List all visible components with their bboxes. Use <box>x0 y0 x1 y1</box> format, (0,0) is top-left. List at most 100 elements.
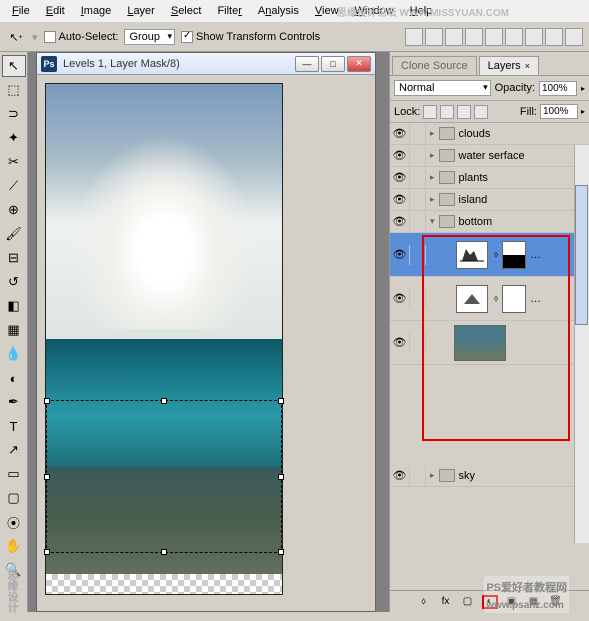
blend-mode-select[interactable]: Normal <box>394 80 491 96</box>
panel-tabs: Clone Source Layers× <box>390 52 589 76</box>
scrollbar[interactable] <box>574 145 589 543</box>
layer-water[interactable]: 👁 ▸water serface <box>390 145 589 167</box>
brush-tool[interactable]: 🖌 <box>2 223 26 245</box>
align-icon[interactable] <box>545 28 563 46</box>
eyedrop-tool[interactable]: ⦿ <box>2 511 26 533</box>
menu-image[interactable]: Image <box>73 2 120 20</box>
wand-tool[interactable]: ✦ <box>2 127 26 149</box>
folder-icon <box>439 193 455 206</box>
opacity-arrow-icon[interactable]: ▸ <box>581 84 585 93</box>
lock-pixels-icon[interactable] <box>423 105 437 119</box>
menu-edit[interactable]: Edit <box>38 2 73 20</box>
pen-tool[interactable]: ✒ <box>2 391 26 413</box>
show-transform-check[interactable]: Show Transform Controls <box>181 31 320 43</box>
menu-filter[interactable]: Filter <box>209 2 249 20</box>
menu-analysis[interactable]: Analysis <box>250 2 307 20</box>
folder-icon <box>439 149 455 162</box>
visibility-icon[interactable]: 👁 <box>390 333 410 353</box>
type-tool[interactable]: T <box>2 415 26 437</box>
align-icon[interactable] <box>405 28 423 46</box>
visibility-icon[interactable]: 👁 <box>390 124 410 144</box>
visibility-icon[interactable]: 👁 <box>390 168 410 188</box>
visibility-icon[interactable]: 👁 <box>390 146 410 166</box>
layer-list: 👁 ▸clouds 👁 ▸water serface 👁 ▸plants 👁 ▸… <box>390 123 589 543</box>
link-layers-icon[interactable]: ⬨ <box>416 595 432 609</box>
notes-tool[interactable]: ▢ <box>2 487 26 509</box>
heal-tool[interactable]: ⊕ <box>2 199 26 221</box>
marquee-tool[interactable]: ⬚ <box>2 79 26 101</box>
folder-icon <box>439 127 455 140</box>
crop-tool[interactable]: ✂ <box>2 151 26 173</box>
auto-select-check[interactable]: Auto-Select: <box>44 31 119 43</box>
visibility-icon[interactable]: 👁 <box>390 190 410 210</box>
align-icon[interactable] <box>565 28 583 46</box>
align-icon[interactable] <box>525 28 543 46</box>
folder-icon <box>439 171 455 184</box>
watermark-bottom: PS爱好者教程网www.psahz.com <box>484 576 569 613</box>
align-icon[interactable] <box>445 28 463 46</box>
canvas[interactable] <box>45 83 283 595</box>
tab-clone-source[interactable]: Clone Source <box>392 56 477 75</box>
path-tool[interactable]: ↗ <box>2 439 26 461</box>
align-icons <box>405 28 583 46</box>
stamp-tool[interactable]: ⊟ <box>2 247 26 269</box>
lock-all-icon[interactable] <box>474 105 488 119</box>
blur-tool[interactable]: 💧 <box>2 343 26 365</box>
close-tab-icon[interactable]: × <box>525 61 530 71</box>
menu-layer[interactable]: Layer <box>119 2 163 20</box>
layer-sky[interactable]: 👁 ▸sky <box>390 465 589 487</box>
dodge-tool[interactable]: ◐ <box>2 367 26 389</box>
folder-icon <box>439 215 455 228</box>
eraser-tool[interactable]: ◧ <box>2 295 26 317</box>
fx-icon[interactable]: fx <box>438 595 454 609</box>
lock-label: Lock: <box>394 106 420 118</box>
highlight-box <box>422 235 570 441</box>
options-bar: ↖+ ▾ Auto-Select: Group Show Transform C… <box>0 23 589 52</box>
opacity-input[interactable]: 100% <box>539 81 577 96</box>
hand-tool[interactable]: ✋ <box>2 535 26 557</box>
scroll-thumb[interactable] <box>575 185 588 325</box>
menu-file[interactable]: FFileile <box>4 2 38 20</box>
toolbox: ↖ ⬚ ⊃ ✦ ✂ ⟋ ⊕ 🖌 ⊟ ↺ ◧ ▦ 💧 ◐ ✒ T ↗ ▭ ▢ ⦿ … <box>0 52 28 612</box>
align-icon[interactable] <box>425 28 443 46</box>
transform-bounds[interactable] <box>46 400 282 553</box>
lock-move-icon[interactable] <box>457 105 471 119</box>
lasso-tool[interactable]: ⊃ <box>2 103 26 125</box>
gradient-tool[interactable]: ▦ <box>2 319 26 341</box>
move-tool[interactable]: ↖ <box>2 55 26 77</box>
slice-tool[interactable]: ⟋ <box>2 175 26 197</box>
document-area: Ps Levels 1, Layer Mask/8) — □ ✕ <box>28 52 389 612</box>
layer-island[interactable]: 👁 ▸island <box>390 189 589 211</box>
fill-input[interactable]: 100% <box>540 104 578 119</box>
panels: Clone Source Layers× Normal Opacity: 100… <box>389 52 589 612</box>
auto-select-mode[interactable]: Group <box>124 29 175 45</box>
title-bar[interactable]: Ps Levels 1, Layer Mask/8) — □ ✕ <box>37 53 375 75</box>
fill-arrow-icon[interactable]: ▸ <box>581 107 585 116</box>
visibility-icon[interactable]: 👁 <box>390 289 410 309</box>
ps-icon: Ps <box>41 56 57 72</box>
shape-tool[interactable]: ▭ <box>2 463 26 485</box>
doc-title: Levels 1, Layer Mask/8) <box>63 58 295 70</box>
visibility-icon[interactable]: 👁 <box>390 245 410 265</box>
opacity-label: Opacity: <box>495 82 535 94</box>
image-clouds <box>70 135 259 329</box>
minimize-button[interactable]: — <box>295 56 319 72</box>
layer-bottom[interactable]: 👁 ▾bottom <box>390 211 589 233</box>
align-icon[interactable] <box>465 28 483 46</box>
document-window: Ps Levels 1, Layer Mask/8) — □ ✕ <box>36 52 376 612</box>
mask-icon[interactable]: ▢ <box>460 595 476 609</box>
align-icon[interactable] <box>505 28 523 46</box>
tab-layers[interactable]: Layers× <box>479 56 539 75</box>
menu-select[interactable]: Select <box>163 2 210 20</box>
folder-icon <box>439 469 455 482</box>
visibility-icon[interactable]: 👁 <box>390 466 410 486</box>
maximize-button[interactable]: □ <box>321 56 345 72</box>
align-icon[interactable] <box>485 28 503 46</box>
close-button[interactable]: ✕ <box>347 56 371 72</box>
layer-clouds[interactable]: 👁 ▸clouds <box>390 123 589 145</box>
layer-plants[interactable]: 👁 ▸plants <box>390 167 589 189</box>
history-tool[interactable]: ↺ <box>2 271 26 293</box>
lock-paint-icon[interactable] <box>440 105 454 119</box>
lock-row: Lock: Fill: 100% ▸ <box>390 101 589 123</box>
visibility-icon[interactable]: 👁 <box>390 212 410 232</box>
